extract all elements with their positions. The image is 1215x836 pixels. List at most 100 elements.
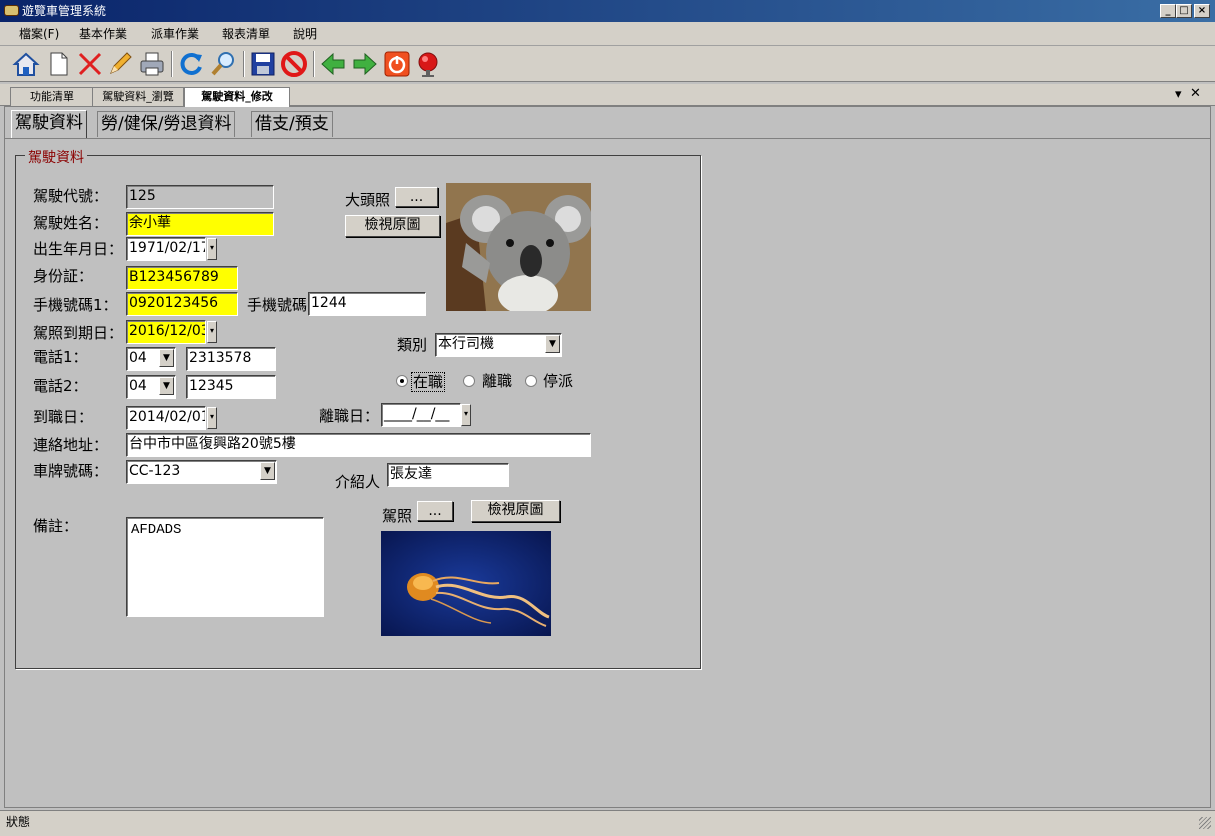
- status-resigned-radio[interactable]: [463, 375, 475, 387]
- next-arrow-icon[interactable]: [351, 50, 379, 78]
- menu-file[interactable]: 檔案(F): [19, 26, 59, 42]
- status-bar: 狀態: [0, 810, 1215, 836]
- home-icon[interactable]: [12, 50, 40, 78]
- phone2-field[interactable]: 12345: [186, 375, 276, 399]
- chevron-down-icon[interactable]: ▼: [159, 349, 174, 367]
- mobile1-label: 手機號碼1：: [33, 296, 118, 314]
- license-expiry-label: 駕照到期日：: [33, 324, 124, 342]
- referrer-label: 介紹人: [335, 473, 381, 491]
- plate-number-label: 車牌號碼：: [33, 462, 109, 480]
- maximize-button[interactable]: □: [1176, 4, 1192, 18]
- tab-list-dropdown-icon[interactable]: ▾: [1175, 87, 1182, 102]
- driver-name-label: 駕駛姓名：: [33, 214, 109, 232]
- address-label: 連絡地址：: [33, 436, 109, 454]
- chevron-down-icon[interactable]: ▼: [260, 462, 275, 480]
- phone2-area-combo[interactable]: 04 ▼: [126, 375, 176, 399]
- category-label: 類別: [397, 336, 428, 354]
- close-tab-icon[interactable]: ✕: [1190, 86, 1201, 101]
- print-icon[interactable]: [138, 50, 166, 78]
- phone1-label: 電話1：: [33, 348, 88, 366]
- status-suspended-radio[interactable]: [525, 375, 537, 387]
- document-tab-strip: 功能清單 駕駛資料_瀏覽 駕駛資料_修改 ▾ ✕: [0, 84, 1215, 107]
- notes-textarea[interactable]: AFDADS: [126, 517, 324, 617]
- group-title: 駕駛資料: [25, 147, 87, 167]
- menu-help[interactable]: 說明: [293, 26, 317, 42]
- driver-id-label: 駕駛代號：: [33, 187, 109, 205]
- plate-number-value: CC-123: [129, 463, 181, 479]
- notes-label: 備註：: [33, 517, 79, 535]
- toolbar-separator: [313, 51, 315, 77]
- mobile1-field[interactable]: 0920123456: [126, 292, 238, 316]
- category-value: 本行司機: [438, 336, 494, 352]
- phone1-area-combo[interactable]: 04 ▼: [126, 347, 176, 371]
- category-combo[interactable]: 本行司機 ▼: [435, 333, 562, 357]
- license-photo-label: 駕照: [382, 507, 413, 525]
- refresh-icon[interactable]: [177, 50, 205, 78]
- driver-name-field[interactable]: 余小華: [126, 212, 274, 236]
- close-window-button[interactable]: ×: [1194, 4, 1210, 18]
- tab-driver-edit[interactable]: 駕駛資料_修改: [184, 87, 290, 107]
- form-area: 駕駛資料 勞/健保/勞退資料 借支/預支 駕駛資料 駕駛代號： 125 駕駛姓名…: [4, 106, 1211, 808]
- tab-driver-browse[interactable]: 駕駛資料_瀏覽: [92, 87, 184, 106]
- alarm-bell-icon[interactable]: [414, 50, 442, 78]
- phone2-area-value: 04: [129, 378, 147, 394]
- search-icon[interactable]: [209, 50, 237, 78]
- previous-arrow-icon[interactable]: [319, 50, 347, 78]
- license-expiry-field[interactable]: 2016/12/03: [126, 320, 206, 344]
- app-bus-icon: [4, 5, 19, 16]
- resize-grip-icon[interactable]: [1199, 817, 1211, 829]
- phone1-area-value: 04: [129, 350, 147, 366]
- tab-driver-info[interactable]: 駕駛資料: [11, 110, 87, 138]
- window-title: 遊覽車管理系統: [22, 4, 107, 18]
- license-expiry-spinner[interactable]: ▾: [207, 321, 217, 343]
- menu-bar: 檔案(F) 基本作業 派車作業 報表清單 說明: [0, 22, 1215, 46]
- title-bar: 遊覽車管理系統: [0, 0, 1215, 22]
- mobile2-label: 手機號碼: [247, 296, 308, 314]
- tab-insurance-info[interactable]: 勞/健保/勞退資料: [97, 111, 236, 137]
- hire-date-spinner[interactable]: ▾: [207, 407, 217, 429]
- birth-date-label: 出生年月日：: [33, 240, 124, 258]
- leave-date-spinner[interactable]: ▾: [461, 404, 471, 426]
- koala-portrait-image: [446, 183, 591, 311]
- photo-browse-button[interactable]: ...: [395, 187, 438, 207]
- status-resigned-label[interactable]: 離職: [482, 372, 512, 390]
- plate-number-combo[interactable]: CC-123 ▼: [126, 460, 277, 484]
- birth-date-field[interactable]: 1971/02/17: [126, 237, 206, 261]
- hire-date-label: 到職日：: [33, 408, 94, 426]
- photo-view-original-button[interactable]: 檢視原圖: [345, 215, 440, 237]
- leave-date-field[interactable]: ____/__/__: [381, 403, 461, 427]
- save-disk-icon[interactable]: [249, 50, 277, 78]
- menu-dispatch-ops[interactable]: 派車作業: [151, 26, 199, 42]
- status-active-radio[interactable]: [396, 375, 408, 387]
- toolbar-separator: [243, 51, 245, 77]
- cancel-stop-icon[interactable]: [280, 50, 308, 78]
- new-document-icon[interactable]: [44, 50, 72, 78]
- chevron-down-icon[interactable]: ▼: [545, 335, 560, 353]
- toolbar-separator: [171, 51, 173, 77]
- leave-date-label: 離職日：: [319, 407, 380, 425]
- phone2-label: 電話2：: [33, 377, 88, 395]
- delete-icon[interactable]: [76, 50, 104, 78]
- phone1-field[interactable]: 2313578: [186, 347, 276, 371]
- referrer-field[interactable]: 張友達: [387, 463, 509, 487]
- birth-date-spinner[interactable]: ▾: [207, 238, 217, 260]
- mobile2-field[interactable]: 1244: [308, 292, 426, 316]
- license-view-original-button[interactable]: 檢視原圖: [471, 500, 560, 522]
- tab-function-list[interactable]: 功能清單: [10, 87, 94, 106]
- driver-id-field[interactable]: 125: [126, 185, 274, 209]
- power-exit-icon[interactable]: [383, 50, 411, 78]
- id-number-field[interactable]: B123456789: [126, 266, 238, 290]
- menu-reports[interactable]: 報表清單: [222, 26, 270, 42]
- tab-advance-payment[interactable]: 借支/預支: [251, 111, 333, 137]
- edit-pencil-icon[interactable]: [106, 50, 134, 78]
- status-active-label[interactable]: 在職: [411, 372, 446, 392]
- jellyfish-license-image: [381, 531, 551, 636]
- chevron-down-icon[interactable]: ▼: [159, 377, 174, 395]
- address-field[interactable]: 台中市中區復興路20號5樓: [126, 433, 591, 457]
- minimize-button[interactable]: _: [1160, 4, 1176, 18]
- status-suspended-label[interactable]: 停派: [543, 372, 573, 390]
- hire-date-field[interactable]: 2014/02/01: [126, 406, 206, 430]
- menu-basic-ops[interactable]: 基本作業: [79, 26, 127, 42]
- license-browse-button[interactable]: ...: [417, 501, 453, 521]
- tab-divider: [5, 138, 1210, 139]
